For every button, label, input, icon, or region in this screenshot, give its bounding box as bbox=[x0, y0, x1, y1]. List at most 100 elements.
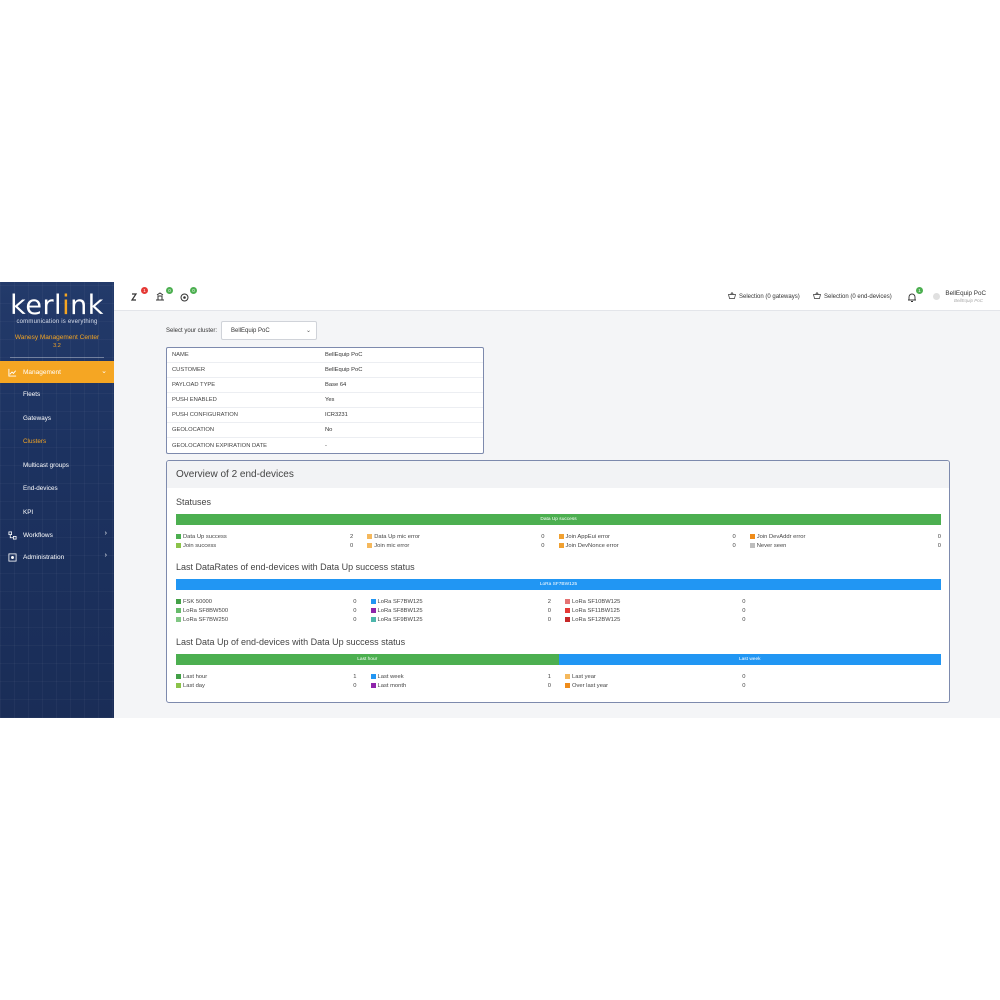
info-value: Base 64 bbox=[325, 382, 347, 388]
sidebar-item-label: Management bbox=[23, 368, 61, 376]
legend-label: Over last year bbox=[572, 682, 609, 689]
legend-row: Last hour 1 Last week 1 Last year 0 bbox=[176, 672, 941, 681]
user-customer: BellEquip PoC bbox=[953, 298, 983, 303]
info-key: GEOLOCATION EXPIRATION DATE bbox=[172, 442, 268, 449]
legend-item[interactable]: LoRa SF8BW125 0 bbox=[370, 607, 566, 614]
legend-item[interactable]: Join DevNonce error 0 bbox=[558, 542, 750, 549]
legend-label: LoRa SF8BW125 bbox=[377, 607, 423, 614]
legend-count: 0 bbox=[547, 607, 551, 614]
info-row: CUSTOMER BellEquip PoC bbox=[167, 363, 483, 378]
gateway-status-icon[interactable]: 0 bbox=[155, 287, 173, 302]
legend-count: 0 bbox=[353, 616, 357, 623]
device-status-icon[interactable]: 0 bbox=[179, 287, 197, 302]
legend-count: 0 bbox=[541, 533, 545, 540]
sidebar-item-kpi[interactable]: KPI bbox=[0, 501, 114, 525]
legend-count: 0 bbox=[541, 542, 545, 549]
legend-item[interactable]: LoRa SF9BW125 0 bbox=[370, 616, 566, 623]
bar-segment[interactable]: Last hour bbox=[176, 654, 559, 665]
legend-item[interactable]: LoRa SF10BW125 0 bbox=[565, 599, 760, 605]
overview-panel: Overview of 2 end-devices Statuses Data … bbox=[166, 460, 950, 703]
sidebar-item-label: Administration bbox=[23, 553, 65, 561]
legend-item[interactable]: Data Up success 2 bbox=[176, 534, 367, 540]
legend-label: Last month bbox=[377, 682, 407, 689]
gateway-selection-button[interactable]: Selection (0 gateways) bbox=[728, 291, 800, 301]
legend-swatch bbox=[565, 617, 570, 622]
basket-icon bbox=[728, 291, 736, 301]
legend-item[interactable]: Last month 0 bbox=[370, 682, 566, 689]
bell-icon[interactable]: 1 bbox=[907, 287, 923, 302]
legend-label: Last day bbox=[183, 682, 205, 689]
topbar: 1 0 0 Selection (0 gateways) Selection (… bbox=[114, 282, 1000, 311]
legend-label: Data Up mic error bbox=[374, 533, 420, 540]
sidebar: kerlink communication is everything Wane… bbox=[0, 282, 114, 718]
legend-swatch bbox=[370, 608, 376, 613]
legend-label: LoRa SF9BW125 bbox=[377, 616, 423, 623]
device-selection-label: Selection (0 end-devices) bbox=[824, 293, 892, 300]
legend-count: 0 bbox=[353, 682, 357, 689]
sidebar-item-management[interactable]: Management ⌄ bbox=[0, 361, 114, 383]
avatar[interactable] bbox=[933, 293, 940, 300]
sidebar-item-clusters[interactable]: Clusters bbox=[0, 430, 114, 454]
legend-swatch bbox=[749, 543, 755, 548]
legend-label: Never seen bbox=[756, 542, 787, 549]
lastup-legend: Last hour 1 Last week 1 Last year 0 Last day 0 L… bbox=[176, 672, 941, 690]
sidebar-item-multicast-groups[interactable]: Multicast groups bbox=[0, 454, 114, 478]
info-value: No bbox=[325, 427, 333, 433]
legend-count: 2 bbox=[350, 533, 354, 540]
sidebar-item-gateways[interactable]: Gateways bbox=[0, 407, 114, 431]
legend-item[interactable]: Last day 0 bbox=[176, 683, 371, 689]
legend-item[interactable]: LoRa SF8BW500 0 bbox=[176, 608, 371, 614]
datarates-legend: FSK 50000 0 LoRa SF7BW125 2 LoRa SF10BW125 0 L… bbox=[176, 597, 941, 624]
legend-swatch bbox=[176, 599, 181, 604]
legend-label: Join DevAddr error bbox=[756, 533, 806, 540]
legend-label: Join DevNonce error bbox=[565, 542, 619, 549]
legend-item[interactable]: LoRa SF7BW125 2 bbox=[370, 599, 566, 605]
legend-item[interactable]: LoRa SF11BW125 0 bbox=[565, 608, 760, 614]
legend-swatch bbox=[370, 683, 376, 688]
legend-count: 0 bbox=[937, 533, 941, 540]
legend-item[interactable]: FSK 50000 0 bbox=[176, 599, 371, 605]
admin-icon bbox=[8, 552, 17, 562]
legend-item[interactable]: Last week 1 bbox=[370, 674, 566, 680]
legend-item[interactable]: Last year 0 bbox=[565, 674, 760, 680]
device-selection-button[interactable]: Selection (0 end-devices) bbox=[813, 291, 892, 301]
legend-item[interactable]: Last hour 1 bbox=[176, 674, 371, 680]
bar-segment[interactable]: LoRa SF7BW125 bbox=[176, 579, 941, 590]
info-key: PUSH ENABLED bbox=[172, 397, 217, 403]
user-name[interactable]: BellEquip PoC bbox=[945, 290, 986, 297]
legend-item[interactable]: LoRa SF12BW125 0 bbox=[565, 617, 760, 623]
legend-item[interactable]: Join success 0 bbox=[176, 543, 367, 549]
bar-segment[interactable]: Last week bbox=[558, 654, 941, 665]
sidebar-item-administration[interactable]: Administration › bbox=[0, 546, 114, 568]
legend-count: 0 bbox=[353, 607, 357, 614]
cluster-select[interactable]: BellEquip PoC ⌄ bbox=[221, 321, 318, 340]
legend-item[interactable]: Join AppEui error 0 bbox=[558, 534, 750, 540]
info-row: GEOLOCATION EXPIRATION DATE - bbox=[167, 438, 483, 453]
legend-item[interactable]: LoRa SF7BW250 0 bbox=[176, 617, 371, 623]
legend-item[interactable]: Over last year 0 bbox=[565, 683, 760, 689]
legend-label: FSK 50000 bbox=[183, 598, 213, 605]
overview-title: Overview of 2 end-devices bbox=[167, 461, 949, 488]
legend-swatch bbox=[176, 608, 181, 613]
legend-swatch bbox=[565, 599, 570, 604]
info-value: - bbox=[325, 442, 327, 449]
lastup-title: Last Data Up of end-devices with Data Up… bbox=[176, 637, 406, 647]
bar-segment[interactable]: Data Up success bbox=[176, 514, 941, 525]
legend-swatch bbox=[176, 617, 181, 622]
legend-item[interactable]: Join DevAddr error 0 bbox=[749, 533, 941, 540]
kerlink-logo[interactable]: kerlink bbox=[0, 292, 114, 319]
sidebar-item-end-devices[interactable]: End-devices bbox=[0, 477, 114, 501]
sidebar-item-fleets[interactable]: Fleets bbox=[0, 383, 114, 407]
chevron-right-icon: › bbox=[104, 552, 107, 559]
legend-label: LoRa SF12BW125 bbox=[572, 616, 621, 623]
sidebar-nav: Management ⌄ Fleets Gateways Clusters Mu… bbox=[0, 361, 114, 568]
legend-label: LoRa SF8BW500 bbox=[183, 607, 229, 614]
legend-item[interactable]: Join mic error 0 bbox=[367, 543, 558, 549]
sidebar-item-workflows[interactable]: Workflows › bbox=[0, 524, 114, 546]
legend-item[interactable]: Data Up mic error 0 bbox=[367, 534, 558, 540]
legend-item[interactable]: Never seen 0 bbox=[749, 542, 941, 549]
alarm-notification-icon[interactable]: 1 bbox=[130, 287, 148, 302]
legend-swatch bbox=[370, 599, 376, 604]
info-value: BellEquip PoC bbox=[325, 367, 363, 373]
chevron-right-icon: › bbox=[104, 530, 107, 537]
